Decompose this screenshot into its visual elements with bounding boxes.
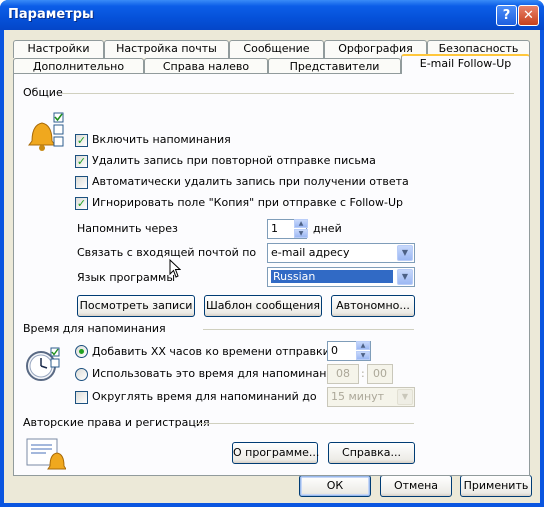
time-separator: :	[361, 367, 365, 380]
reminder-time-separator	[203, 329, 414, 330]
apply-button[interactable]: Применить	[460, 475, 532, 497]
ignore-cc-checkbox[interactable]: ✓	[75, 197, 88, 210]
link-inbox-label: Связать с входящей почтой по	[77, 246, 257, 259]
tab-mail-setup[interactable]: Настройка почты	[104, 40, 229, 58]
view-records-button[interactable]: Посмотреть записи	[77, 295, 195, 317]
spin-down-icon[interactable]: ▼	[356, 351, 370, 360]
general-separator	[62, 93, 514, 94]
remind-days-spinner[interactable]: ▲ ▼	[294, 219, 308, 239]
program-language-value: Russian	[271, 270, 393, 283]
add-hours-spinner[interactable]: ▲ ▼	[356, 341, 370, 361]
mouse-pointer-icon	[169, 259, 181, 278]
close-title-button[interactable]: ✕	[518, 5, 539, 26]
title-bar[interactable]: Параметры ? ✕	[0, 0, 544, 30]
follow-up-panel: Общие ✓ Включить напоминания ✓ Удалить з…	[13, 73, 530, 476]
minute-input[interactable]: 00	[367, 364, 393, 384]
add-hours-radio[interactable]	[75, 345, 88, 358]
delete-on-resend-label: Удалить запись при повторной отправке пи…	[92, 154, 376, 167]
chevron-down-icon[interactable]: ▼	[397, 389, 413, 405]
offline-button[interactable]: Автономно...	[331, 295, 415, 317]
clock-icon	[26, 347, 60, 381]
copyright-heading: Авторские права и регистрация	[23, 416, 210, 429]
round-time-checkbox[interactable]	[75, 391, 88, 404]
enable-reminders-label: Включить напоминания	[92, 133, 231, 146]
add-hours-label: Добавить XX часов ко времени отправки	[92, 345, 330, 358]
delete-on-resend-checkbox[interactable]: ✓	[75, 155, 88, 168]
round-time-label: Округлять время для напоминаний до	[92, 390, 317, 403]
use-time-label: Использовать это время для напоминаний:	[92, 367, 345, 380]
auto-delete-on-reply-label: Автоматически удалить запись при получен…	[92, 175, 409, 188]
cancel-button[interactable]: Отмена	[380, 475, 452, 497]
certificate-bell-icon	[26, 438, 66, 470]
spin-up-icon[interactable]: ▲	[294, 219, 308, 228]
ok-button[interactable]: ОК	[299, 475, 371, 497]
message-template-button[interactable]: Шаблон сообщения	[204, 295, 322, 317]
use-time-radio[interactable]	[75, 368, 88, 381]
remind-after-label: Напомнить через	[77, 222, 178, 235]
tab-message[interactable]: Сообщение	[229, 40, 324, 58]
remind-days-unit: дней	[313, 222, 342, 235]
window-title: Параметры	[8, 7, 94, 22]
options-window: Параметры ? ✕ Настройки Настройка почты …	[0, 0, 544, 507]
tab-settings[interactable]: Настройки	[13, 40, 104, 58]
auto-delete-on-reply-checkbox[interactable]	[75, 176, 88, 189]
hour-input[interactable]: 08	[327, 364, 359, 384]
general-heading: Общие	[23, 86, 63, 99]
copyright-separator	[195, 423, 414, 424]
link-inbox-value: e-mail адресу	[271, 246, 350, 259]
spin-down-icon[interactable]: ▼	[294, 229, 308, 238]
ignore-cc-label: Игнорировать поле "Копия" при отправке с…	[92, 196, 404, 209]
chevron-down-icon[interactable]: ▼	[397, 245, 413, 261]
chevron-down-icon[interactable]: ▼	[397, 269, 413, 285]
round-time-select[interactable]: 15 минут ▼	[327, 387, 415, 407]
help-title-button[interactable]: ?	[496, 5, 517, 26]
tab-email-follow-up[interactable]: E-mail Follow-Up	[401, 54, 530, 74]
help-button[interactable]: Справка...	[328, 442, 415, 464]
program-language-label: Язык программы	[77, 271, 176, 284]
bell-checklist-icon	[28, 112, 64, 151]
dialog-client: Настройки Настройка почты Сообщение Орфо…	[4, 30, 540, 503]
spin-up-icon[interactable]: ▲	[356, 341, 370, 350]
round-time-value: 15 минут	[331, 390, 385, 403]
program-language-select[interactable]: Russian ▼	[267, 267, 415, 287]
about-button[interactable]: О программе...	[232, 442, 319, 464]
reminder-time-heading: Время для напоминания	[23, 322, 166, 335]
link-inbox-select[interactable]: e-mail адресу ▼	[267, 243, 415, 263]
enable-reminders-checkbox[interactable]: ✓	[75, 134, 88, 147]
